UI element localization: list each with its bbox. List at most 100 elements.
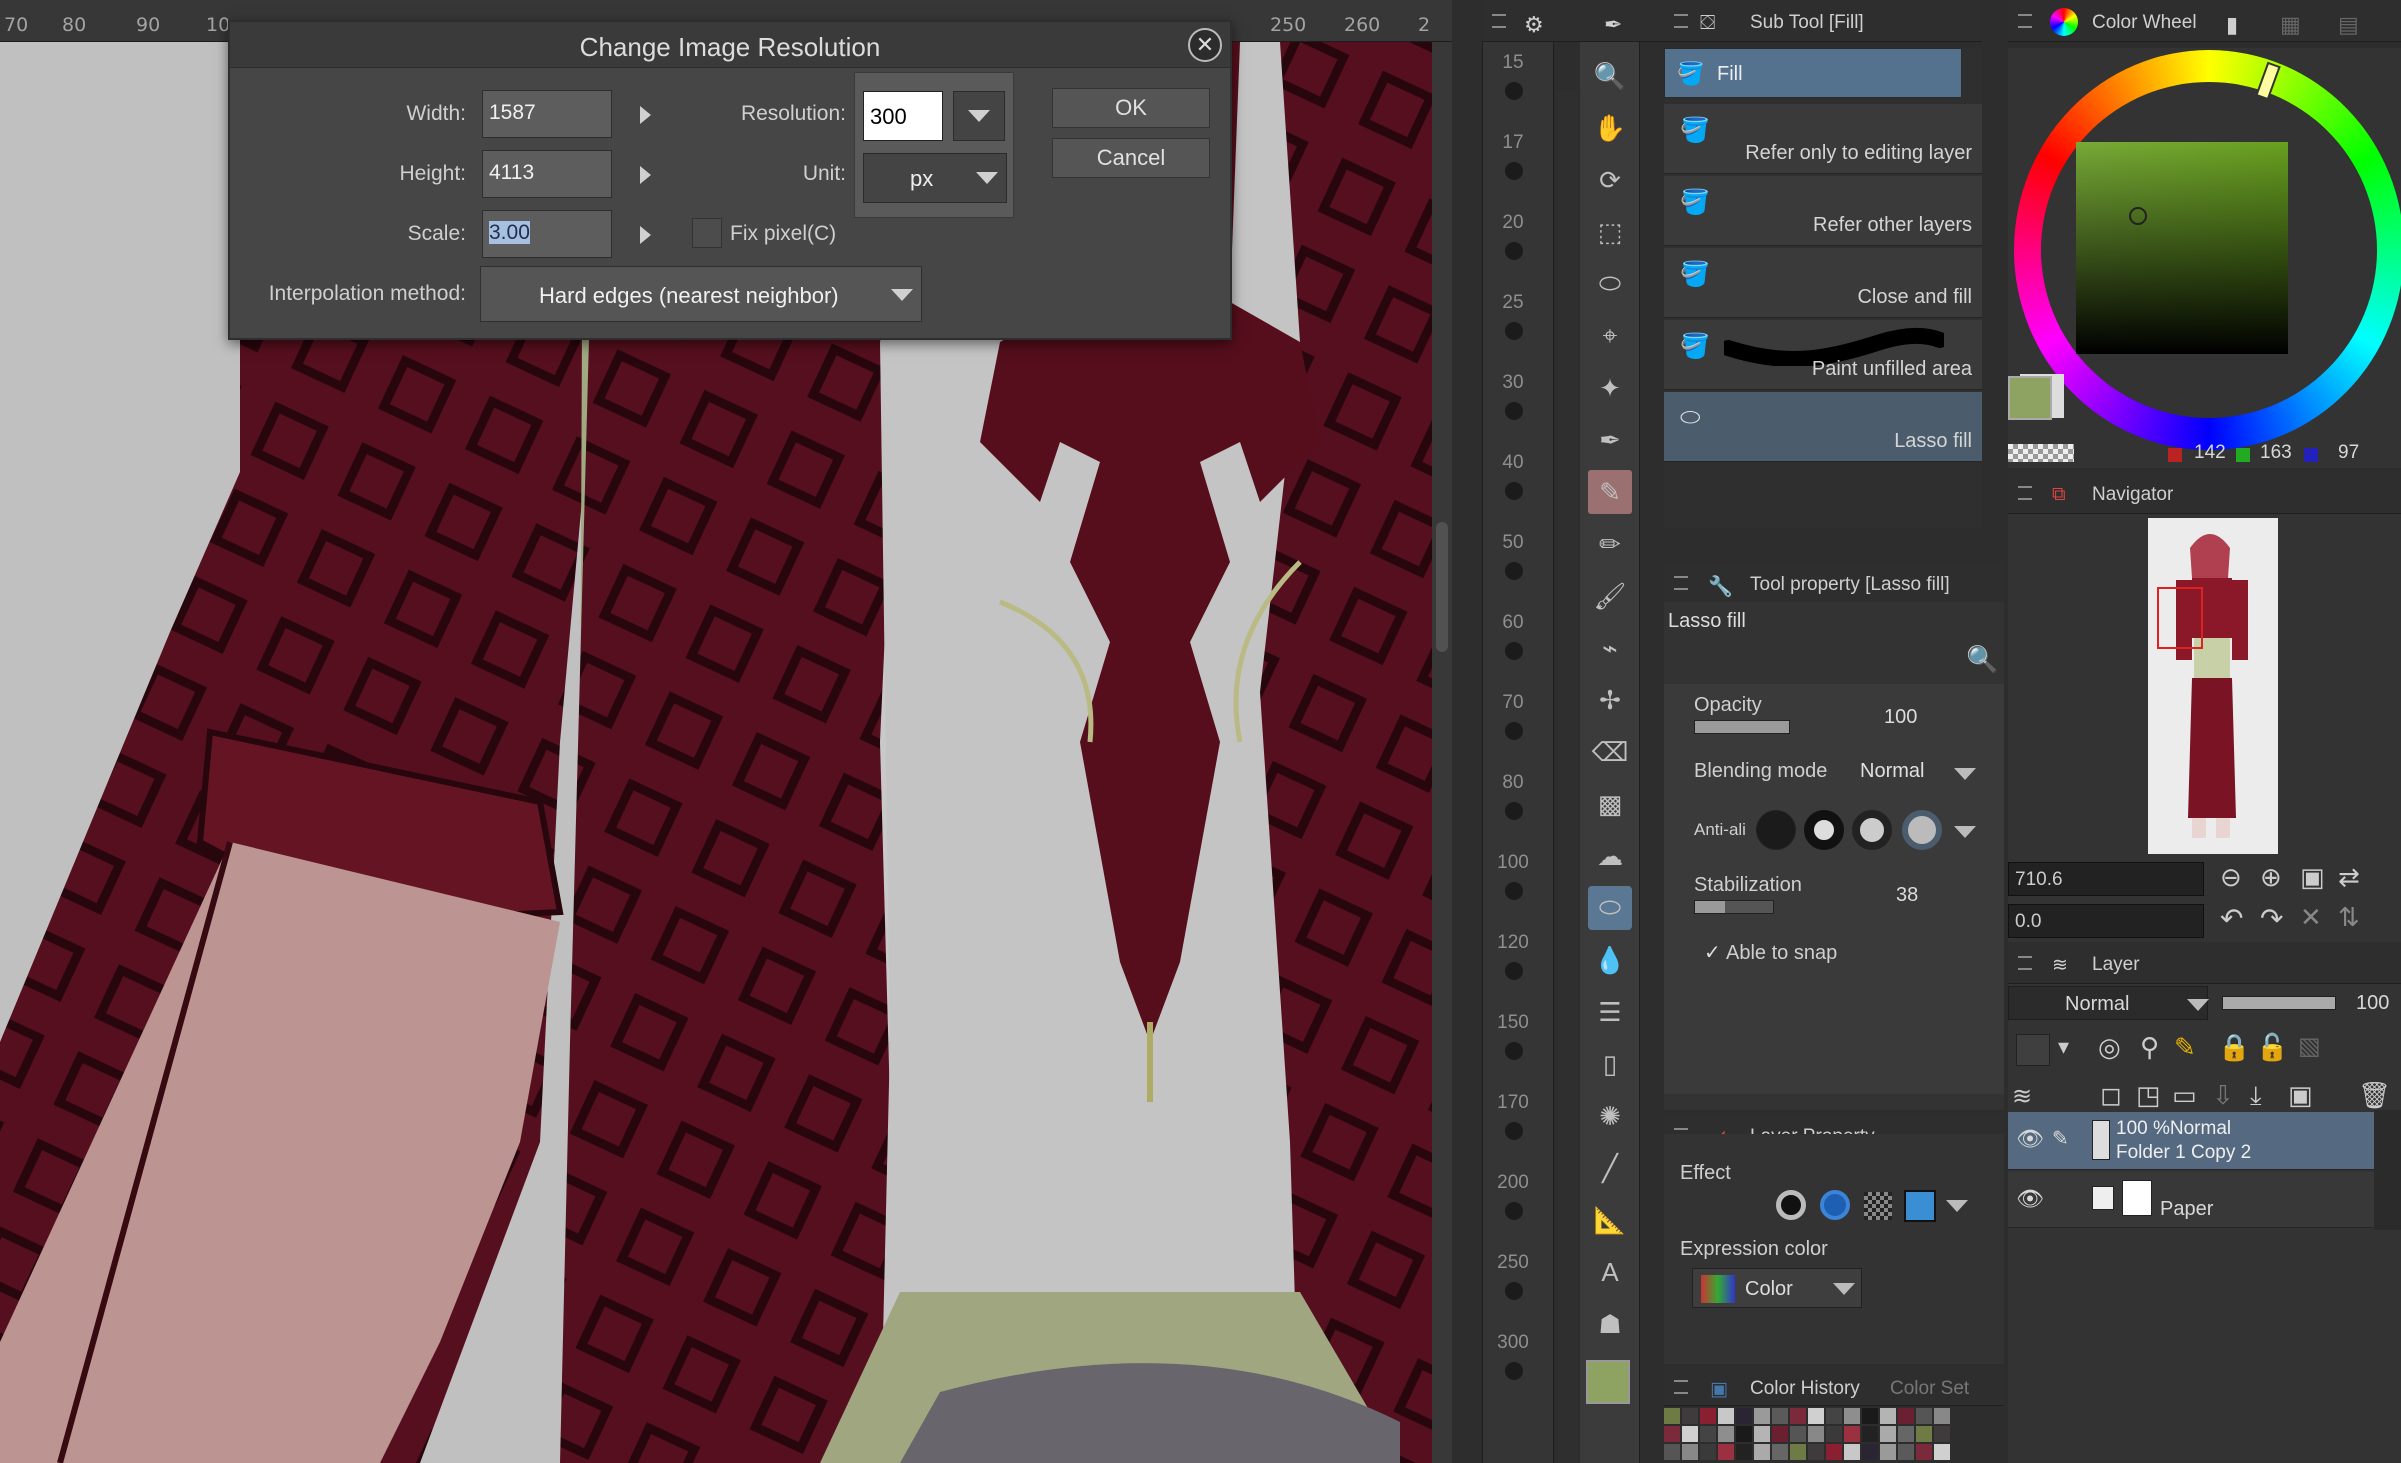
color-history-swatch[interactable] [1862, 1408, 1878, 1424]
navigator-preview[interactable] [2148, 518, 2278, 854]
check-icon[interactable]: ✓ [1704, 940, 1721, 965]
color-history-swatch[interactable] [1754, 1408, 1770, 1424]
color-history-swatch[interactable] [1880, 1426, 1896, 1442]
subtool-item-selected[interactable]: ⬭ Lasso fill [1664, 392, 1982, 462]
color-history-swatch[interactable] [1916, 1426, 1932, 1442]
rotate-left-icon[interactable]: ↶ [2220, 902, 2243, 935]
resolution-input[interactable]: 300 [863, 91, 943, 141]
operation-icon[interactable]: ⬚ [1588, 210, 1632, 254]
width-arrow-icon[interactable] [640, 106, 651, 124]
dialog-titlebar[interactable]: Change Image Resolution ✕ [230, 22, 1230, 68]
layer-color-icon[interactable] [2016, 1034, 2050, 1066]
subtool-group-tab[interactable]: 🪣 Fill [1664, 48, 1962, 98]
scale-input[interactable]: 3.00 [482, 210, 612, 258]
color-history-swatch[interactable] [1682, 1444, 1698, 1460]
lock-icon[interactable]: 🔒 [2218, 1032, 2250, 1063]
color-history-swatch[interactable] [1934, 1444, 1950, 1460]
ruler-dot[interactable] [1505, 1122, 1523, 1140]
color-set-tab[interactable]: Color Set [1890, 1378, 1969, 1400]
color-history-swatch[interactable] [1898, 1426, 1914, 1442]
color-history-swatch[interactable] [1664, 1426, 1680, 1442]
color-history-swatch[interactable] [1718, 1444, 1734, 1460]
cancel-button[interactable]: Cancel [1052, 138, 1210, 178]
transfer-down-icon[interactable]: ⇩ [2212, 1080, 2234, 1111]
tool-settings-icon[interactable]: ⚙ [1524, 12, 1544, 38]
color-history-swatch[interactable] [1898, 1408, 1914, 1424]
rotate-right-icon[interactable]: ↷ [2260, 902, 2283, 935]
draft-icon[interactable]: ✎ [2174, 1032, 2196, 1063]
rotate-field[interactable]: 0.0 [2008, 904, 2204, 938]
color-history-swatch[interactable] [1844, 1426, 1860, 1442]
color-history-grid[interactable] [1664, 1408, 1980, 1463]
close-icon[interactable]: ✕ [1188, 28, 1222, 62]
main-color-swatch[interactable] [2008, 376, 2052, 420]
pencil-icon[interactable]: ✏ [1588, 522, 1632, 566]
layer-mask-icon[interactable]: ▣ [2288, 1080, 2313, 1111]
grip-icon[interactable] [1492, 14, 1506, 28]
layer-blend-select[interactable]: Normal [2008, 986, 2209, 1020]
transparent-color-swatch[interactable] [2008, 444, 2074, 462]
lasso-icon[interactable]: ⬭ [1588, 262, 1632, 306]
brush-icon[interactable]: 🖌 [1588, 574, 1632, 618]
fix-pixel-checkbox[interactable] [692, 218, 722, 248]
drop-icon[interactable]: 💧 [1588, 938, 1632, 982]
color-history-swatch[interactable] [1718, 1408, 1734, 1424]
color-history-swatch[interactable] [1808, 1444, 1824, 1460]
color-history-swatch[interactable] [1682, 1408, 1698, 1424]
reference-icon[interactable]: ⚲ [2140, 1032, 2159, 1063]
color-history-swatch[interactable] [1700, 1444, 1716, 1460]
fit-icon[interactable]: ▣ [2300, 862, 2325, 893]
color-history-swatch[interactable] [1664, 1408, 1680, 1424]
zoom-icon[interactable]: 🔍 [1588, 54, 1632, 98]
line-icon[interactable]: ╱ [1588, 1146, 1632, 1190]
pen-icon[interactable]: ✎ [2052, 1126, 2069, 1151]
subtool-item[interactable]: 🪣 Refer only to editing layer [1664, 104, 1982, 174]
aa-medium-option[interactable] [1852, 810, 1892, 850]
zoom-field[interactable]: 710.6 [2008, 862, 2204, 896]
color-history-swatch[interactable] [1718, 1426, 1734, 1442]
color-history-swatch[interactable] [1808, 1426, 1824, 1442]
ruler-dot[interactable] [1505, 1202, 1523, 1220]
side-scrollbar[interactable] [1556, 90, 1578, 1463]
reset-rotate-icon[interactable]: ✕ [2300, 902, 2322, 933]
aa-none-option[interactable] [1756, 810, 1796, 850]
chevron-down-icon[interactable] [1954, 826, 1976, 838]
color-history-swatch[interactable] [1844, 1444, 1860, 1460]
trash-icon[interactable]: 🗑 [2358, 1080, 2391, 1111]
opacity-slider[interactable] [1694, 720, 1790, 734]
height-arrow-icon[interactable] [640, 166, 651, 184]
color-history-swatch[interactable] [1826, 1444, 1842, 1460]
color-history-swatch[interactable] [1862, 1444, 1878, 1460]
color-history-swatch[interactable] [1790, 1408, 1806, 1424]
layer-row-selected[interactable]: 👁 ✎ 100 %Normal Folder 1 Copy 2 [2008, 1112, 2401, 1170]
ruler-dot[interactable] [1505, 322, 1523, 340]
approximate-color-icon[interactable]: ▤ [2338, 12, 2359, 38]
flip-vertical-icon[interactable]: ⇅ [2338, 902, 2360, 933]
ruler-dot[interactable] [1505, 962, 1523, 980]
scroll-thumb[interactable] [1436, 522, 1448, 652]
intermediate-color-icon[interactable]: ▦ [2280, 12, 2301, 38]
chevron-down-icon[interactable]: ▾ [2058, 1034, 2069, 1060]
subtool-item[interactable]: 🪣 Close and fill [1664, 248, 1982, 318]
merge-down-icon[interactable]: ⤓ [2250, 1080, 2262, 1112]
ruler-icon[interactable]: 📐 [1588, 1198, 1632, 1242]
balloon-icon[interactable]: ☗ [1588, 1302, 1632, 1346]
color-history-swatch[interactable] [1790, 1444, 1806, 1460]
new-vector-layer-icon[interactable]: ◳ [2136, 1080, 2161, 1111]
color-wheel[interactable] [2014, 50, 2401, 450]
color-history-swatch[interactable] [1844, 1408, 1860, 1424]
new-raster-layer-icon[interactable]: ◻ [2100, 1080, 2122, 1111]
blend-select[interactable]: Normal [1860, 760, 1924, 783]
stabilization-value[interactable]: 38 [1896, 884, 1918, 907]
color-history-swatch[interactable] [1790, 1426, 1806, 1442]
ruler-dot[interactable] [1505, 882, 1523, 900]
canvas-scrollbar[interactable] [1432, 42, 1452, 1463]
color-history-swatch[interactable] [1736, 1444, 1752, 1460]
unit-select[interactable]: px [863, 153, 1007, 203]
clip-icon[interactable]: ◎ [2098, 1032, 2121, 1063]
color-history-swatch[interactable] [1700, 1408, 1716, 1424]
grip-icon[interactable] [1674, 1380, 1688, 1394]
color-history-swatch[interactable] [1916, 1408, 1932, 1424]
text-icon[interactable]: A [1588, 1250, 1632, 1294]
color-history-swatch[interactable] [1826, 1426, 1842, 1442]
